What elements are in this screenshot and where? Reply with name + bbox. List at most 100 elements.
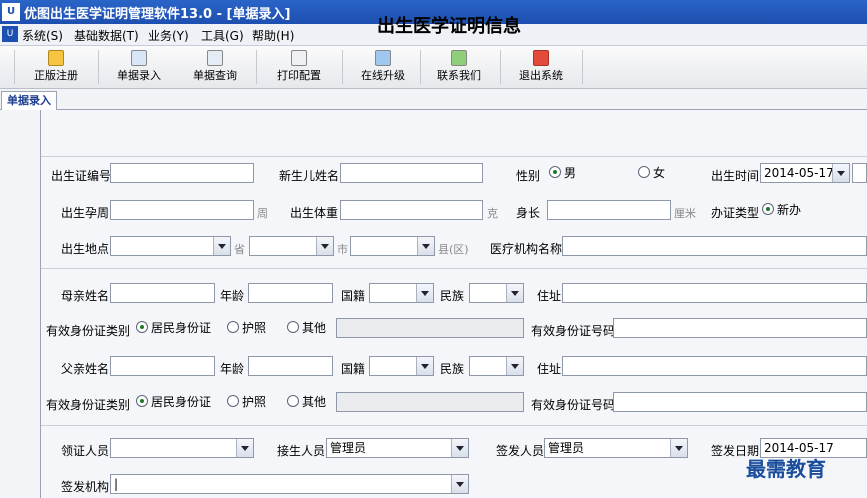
chevron-down-icon[interactable] bbox=[506, 284, 523, 302]
mother-id-no-label: 有效身份证号码 bbox=[531, 324, 616, 338]
baby-name-input[interactable] bbox=[340, 163, 483, 183]
birth-time-label: 出生时间 bbox=[711, 169, 760, 183]
mother-id-other-radio[interactable]: 其他 bbox=[287, 320, 326, 336]
deliverer-value: 管理员 bbox=[330, 441, 367, 455]
divider bbox=[41, 425, 867, 426]
chevron-down-icon[interactable] bbox=[451, 439, 468, 457]
id-resident-text: 居民身份证 bbox=[151, 395, 212, 409]
issuer-select[interactable]: 管理员 bbox=[544, 438, 688, 458]
father-ethnicity-select[interactable] bbox=[469, 356, 524, 376]
issue-org-select[interactable]: | bbox=[110, 474, 469, 494]
father-nationality-label: 国籍 bbox=[341, 362, 366, 376]
issuer-label: 签发人员 bbox=[496, 444, 545, 458]
city-unit: 市 bbox=[337, 243, 348, 256]
chevron-down-icon[interactable] bbox=[832, 164, 849, 182]
mother-address-label: 住址 bbox=[537, 289, 562, 303]
printer-icon bbox=[291, 50, 307, 66]
sex-male-text: 男 bbox=[564, 166, 577, 180]
father-id-type-label: 有效身份证类别 bbox=[46, 398, 131, 412]
cert-type-new-radio[interactable]: 新办 bbox=[762, 202, 801, 218]
receiver-select[interactable] bbox=[110, 438, 254, 458]
deliverer-label: 接生人员 bbox=[277, 444, 326, 458]
left-panel bbox=[0, 110, 41, 498]
mother-id-resident-radio[interactable]: 居民身份证 bbox=[136, 320, 211, 336]
mother-id-other-input[interactable] bbox=[336, 318, 524, 338]
father-address-label: 住址 bbox=[537, 362, 562, 376]
father-id-resident-radio[interactable]: 居民身份证 bbox=[136, 394, 211, 410]
query-button[interactable]: 单据查询 bbox=[182, 48, 248, 86]
tab-entry[interactable]: 单据录入 bbox=[1, 91, 57, 110]
document-edit-icon bbox=[131, 50, 147, 66]
exit-icon bbox=[533, 50, 549, 66]
mother-nationality-select[interactable] bbox=[369, 283, 434, 303]
chevron-down-icon[interactable] bbox=[670, 439, 687, 457]
father-age-input[interactable] bbox=[248, 356, 333, 376]
weight-input[interactable] bbox=[340, 200, 483, 220]
cert-type-label: 办证类型 bbox=[711, 206, 760, 220]
chevron-down-icon[interactable] bbox=[451, 475, 468, 493]
mother-ethnicity-label: 民族 bbox=[440, 289, 465, 303]
mother-id-no-input[interactable] bbox=[613, 318, 867, 338]
father-id-no-label: 有效身份证号码 bbox=[531, 398, 616, 412]
contact-button[interactable]: 联系我们 bbox=[426, 48, 492, 86]
gest-week-unit: 周 bbox=[257, 207, 268, 220]
sex-female-text: 女 bbox=[653, 166, 666, 180]
father-id-other-input[interactable] bbox=[336, 392, 524, 412]
exit-button[interactable]: 退出系统 bbox=[508, 48, 574, 86]
register-button[interactable]: 正版注册 bbox=[22, 48, 90, 86]
id-resident-text: 居民身份证 bbox=[151, 321, 212, 335]
entry-button[interactable]: 单据录入 bbox=[106, 48, 172, 86]
father-name-input[interactable] bbox=[110, 356, 215, 376]
gest-week-input[interactable] bbox=[110, 200, 254, 220]
father-age-label: 年龄 bbox=[220, 362, 245, 376]
birth-cert-no-input[interactable] bbox=[110, 163, 254, 183]
city-select[interactable] bbox=[249, 236, 334, 256]
deliverer-select[interactable]: 管理员 bbox=[326, 438, 469, 458]
entry-label: 单据录入 bbox=[117, 69, 161, 82]
sex-female-radio[interactable]: 女 bbox=[638, 165, 665, 181]
weight-label: 出生体重 bbox=[290, 206, 339, 220]
length-unit: 厘米 bbox=[674, 207, 696, 220]
upgrade-button[interactable]: 在线升级 bbox=[350, 48, 416, 86]
query-label: 单据查询 bbox=[193, 69, 237, 82]
chevron-down-icon[interactable] bbox=[236, 439, 253, 457]
mother-name-input[interactable] bbox=[110, 283, 215, 303]
mother-id-type-label: 有效身份证类别 bbox=[46, 324, 131, 338]
father-address-input[interactable] bbox=[562, 356, 867, 376]
issue-org-label: 签发机构 bbox=[61, 480, 110, 494]
father-id-other-radio[interactable]: 其他 bbox=[287, 394, 326, 410]
receiver-label: 领证人员 bbox=[61, 444, 110, 458]
chevron-down-icon[interactable] bbox=[416, 357, 433, 375]
print-config-button[interactable]: 打印配置 bbox=[264, 48, 334, 86]
chevron-down-icon[interactable] bbox=[316, 237, 333, 255]
mother-age-input[interactable] bbox=[248, 283, 333, 303]
chevron-down-icon[interactable] bbox=[416, 284, 433, 302]
chevron-down-icon[interactable] bbox=[213, 237, 230, 255]
baby-name-label: 新生儿姓名 bbox=[279, 169, 340, 183]
contact-label: 联系我们 bbox=[437, 69, 481, 82]
mother-nationality-label: 国籍 bbox=[341, 289, 366, 303]
province-select[interactable] bbox=[110, 236, 231, 256]
birth-cert-no-label: 出生证编号 bbox=[51, 169, 112, 183]
mother-name-label: 母亲姓名 bbox=[61, 289, 110, 303]
father-nationality-select[interactable] bbox=[369, 356, 434, 376]
chevron-down-icon[interactable] bbox=[417, 237, 434, 255]
father-id-no-input[interactable] bbox=[613, 392, 867, 412]
watermark-logo: 最需教育 bbox=[746, 457, 826, 481]
chevron-down-icon[interactable] bbox=[506, 357, 523, 375]
mother-address-input[interactable] bbox=[562, 283, 867, 303]
birth-time-value: 2014-05-17 bbox=[764, 166, 834, 180]
father-id-passport-radio[interactable]: 护照 bbox=[227, 394, 266, 410]
sex-male-radio[interactable]: 男 bbox=[549, 165, 576, 181]
length-input[interactable] bbox=[547, 200, 671, 220]
exit-label: 退出系统 bbox=[519, 69, 563, 82]
sex-label: 性别 bbox=[516, 169, 541, 183]
birth-time-hour[interactable] bbox=[852, 163, 867, 183]
issue-org-value: | bbox=[114, 477, 119, 491]
birth-time-picker[interactable]: 2014-05-17 bbox=[760, 163, 850, 183]
county-select[interactable] bbox=[350, 236, 435, 256]
mother-ethnicity-select[interactable] bbox=[469, 283, 524, 303]
id-passport-text: 护照 bbox=[242, 395, 267, 409]
hospital-input[interactable] bbox=[562, 236, 867, 256]
mother-id-passport-radio[interactable]: 护照 bbox=[227, 320, 266, 336]
